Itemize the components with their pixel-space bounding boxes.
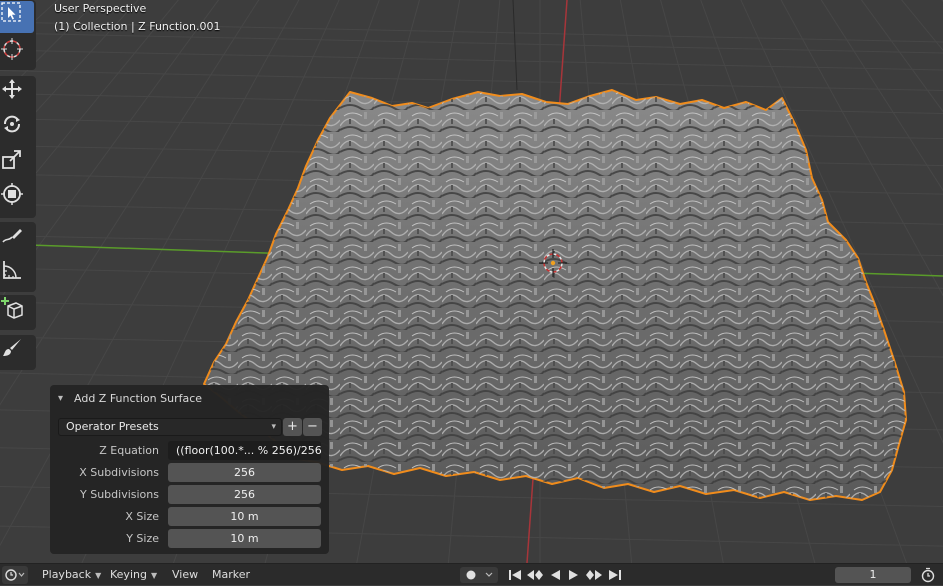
- keying-menu[interactable]: Keying ▼: [110, 564, 157, 585]
- playback-menu-label: Playback: [42, 568, 91, 581]
- y-subdivisions-label: Y Subdivisions: [80, 488, 159, 501]
- select-box-tool[interactable]: [0, 1, 34, 33]
- y-subdivisions-row: Y Subdivisions 256: [50, 485, 329, 505]
- chevron-down-icon: ▼: [151, 571, 157, 580]
- playback-menu[interactable]: Playback ▼: [42, 564, 101, 585]
- brush-tool[interactable]: [0, 336, 34, 368]
- prev-keyframe-icon: [526, 569, 544, 581]
- y-size-field[interactable]: 10 m: [168, 529, 321, 548]
- y-size-row: Y Size 10 m: [50, 529, 329, 549]
- cursor-icon: [0, 37, 24, 61]
- chevron-down-icon: ▾: [271, 419, 276, 435]
- marker-menu-label: Marker: [212, 568, 250, 581]
- record-icon: [463, 569, 495, 581]
- y-size-label: Y Size: [126, 532, 159, 545]
- x-size-label: X Size: [125, 510, 159, 523]
- add-preset-button[interactable]: +: [283, 418, 302, 436]
- annotate-tool[interactable]: [0, 223, 34, 255]
- brush-icon: [0, 336, 24, 360]
- annotate-icon: [0, 223, 24, 247]
- operator-presets-label: Operator Presets: [66, 420, 159, 433]
- viewport-mode-label: User Perspective: [54, 2, 146, 15]
- jump-to-end-button[interactable]: [606, 567, 624, 583]
- scale-icon: [0, 147, 24, 171]
- move-tool[interactable]: [0, 77, 34, 109]
- adjust-last-operation-panel: ▾ Add Z Function Surface Operator Preset…: [50, 385, 329, 554]
- chevron-down-icon: ▼: [95, 571, 101, 580]
- editor-type-button[interactable]: [2, 566, 28, 584]
- marker-menu[interactable]: Marker: [212, 564, 250, 585]
- rotate-tool[interactable]: [0, 112, 34, 144]
- rotate-icon: [0, 112, 24, 136]
- jump-end-icon: [608, 569, 622, 581]
- panel-title: Add Z Function Surface: [74, 392, 202, 405]
- play-button[interactable]: [565, 567, 583, 583]
- tool-group-annotate: [0, 222, 36, 292]
- x-subdivisions-label: X Subdivisions: [79, 466, 159, 479]
- 3d-viewport[interactable]: User Perspective (1) Collection | Z Func…: [0, 0, 943, 563]
- add-cube-icon: [0, 296, 24, 320]
- select-box-icon: [0, 1, 22, 23]
- stopwatch-icon: [920, 567, 936, 583]
- remove-preset-button[interactable]: −: [303, 418, 322, 436]
- y-subdivisions-field[interactable]: 256: [168, 485, 321, 504]
- active-object-label: (1) Collection | Z Function.001: [54, 20, 221, 33]
- play-reverse-button[interactable]: [546, 567, 564, 583]
- transform-tool[interactable]: [0, 182, 34, 214]
- jump-start-icon: [508, 569, 522, 581]
- next-keyframe-icon: [585, 569, 603, 581]
- clock-icon: [5, 568, 25, 582]
- z-axis-line: [513, 0, 517, 90]
- measure-icon: [0, 258, 24, 282]
- timeline-header: Playback ▼ Keying ▼ View Marker 1: [0, 563, 943, 585]
- jump-to-keyframe-prev-button[interactable]: [525, 567, 545, 583]
- keying-menu-label: Keying: [110, 568, 147, 581]
- scale-tool[interactable]: [0, 147, 34, 179]
- current-frame-field[interactable]: 1: [835, 567, 911, 583]
- jump-to-keyframe-next-button[interactable]: [584, 567, 604, 583]
- cursor-tool[interactable]: [0, 37, 34, 69]
- x-subdivisions-field[interactable]: 256: [168, 463, 321, 482]
- x-size-row: X Size 10 m: [50, 507, 329, 527]
- chevron-down-icon: ▾: [58, 393, 70, 404]
- operator-presets-dropdown[interactable]: Operator Presets ▾: [58, 418, 282, 436]
- tool-group-transform: [0, 76, 36, 218]
- add-cube-tool[interactable]: [0, 296, 34, 328]
- tool-group-select: [0, 0, 36, 70]
- z-equation-field[interactable]: ((floor(100.*... % 256)/256: [168, 441, 321, 460]
- z-equation-label: Z Equation: [99, 444, 159, 457]
- view-menu-label: View: [172, 568, 198, 581]
- z-equation-row: Z Equation ((floor(100.*... % 256)/256: [50, 441, 329, 461]
- play-reverse-icon: [549, 569, 561, 581]
- x-subdivisions-row: X Subdivisions 256: [50, 463, 329, 483]
- playback-timer-button[interactable]: [917, 567, 939, 583]
- play-icon: [568, 569, 580, 581]
- move-icon: [0, 77, 24, 101]
- view-menu[interactable]: View: [172, 564, 198, 585]
- tool-group-add: [0, 295, 36, 330]
- x-size-field[interactable]: 10 m: [168, 507, 321, 526]
- transform-icon: [0, 182, 24, 206]
- jump-to-start-button[interactable]: [506, 567, 524, 583]
- measure-tool[interactable]: [0, 258, 34, 290]
- auto-keying-toggle[interactable]: [460, 567, 498, 583]
- tool-group-paint: [0, 335, 36, 370]
- panel-header[interactable]: ▾ Add Z Function Surface: [58, 391, 202, 405]
